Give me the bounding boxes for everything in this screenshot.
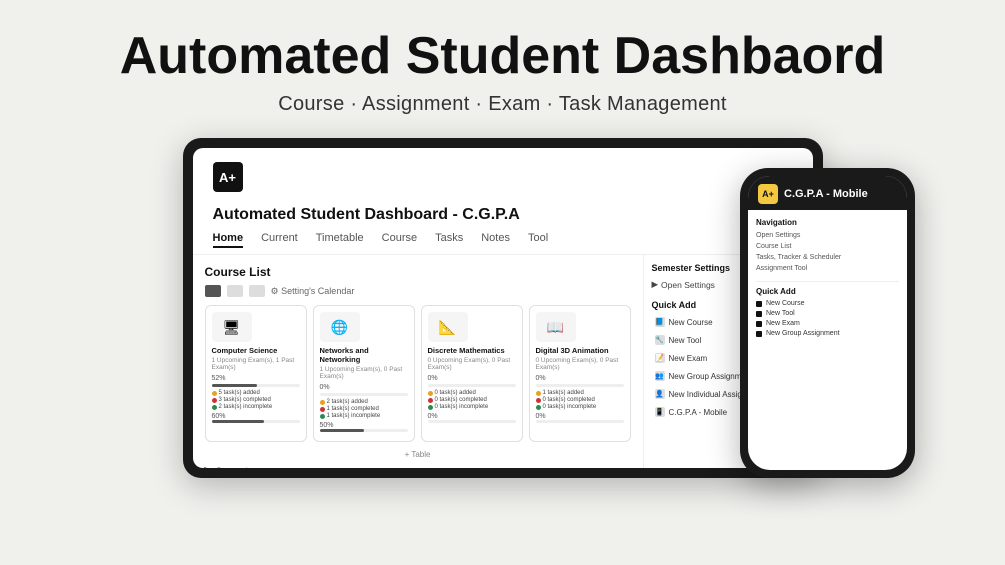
progress-bar-nn — [320, 393, 408, 396]
nav-tool[interactable]: Tool — [528, 232, 548, 248]
phone-new-course[interactable]: New Course — [756, 300, 899, 307]
course-name-cs: Computer Science — [212, 346, 300, 355]
bottom-progress-nn — [320, 429, 408, 432]
course-card-dm: 📐 Discrete Mathematics 0 Upcoming Exam(s… — [421, 305, 523, 442]
course-card-cs: 🖥 Computer Science 1 Upcoming Exam(s), 1… — [205, 305, 307, 442]
logo-text: A+ — [219, 170, 236, 185]
course-list-title: Course List — [205, 265, 631, 279]
task-item: 2 task(s) added — [320, 399, 408, 405]
task-item: 0 task(s) added — [428, 390, 516, 396]
grid-view-btn[interactable] — [205, 285, 221, 297]
nav-home[interactable]: Home — [213, 232, 244, 248]
course-name-dm: Discrete Mathematics — [428, 346, 516, 355]
task-item: 5 task(s) added — [212, 390, 300, 396]
course-icon-dm: 📐 — [428, 312, 468, 342]
phone-title: C.G.P.A - Mobile — [784, 188, 868, 200]
course-card-anim: 📖 Digital 3D Animation 0 Upcoming Exam(s… — [529, 305, 631, 442]
course-grid: 🖥 Computer Science 1 Upcoming Exam(s), 1… — [205, 305, 631, 442]
progress-bar-anim — [536, 384, 624, 387]
task-item: 1 task(s) added — [536, 390, 624, 396]
task-item: 0 task(s) completed — [428, 397, 516, 403]
phone-nav-section: Navigation Open Settings Course List Tas… — [756, 218, 899, 273]
bottom-progress-dm — [428, 420, 516, 423]
course-name-anim: Digital 3D Animation — [536, 346, 624, 355]
nav-course[interactable]: Course — [382, 232, 417, 248]
page-subtitle: Course · Assignment · Exam · Task Manage… — [278, 93, 727, 116]
course-meta-cs: 1 Upcoming Exam(s), 1 Past Exam(s) — [212, 357, 300, 371]
main-nav: Home Current Timetable Course Tasks Note… — [213, 232, 793, 248]
phone-nav-course-list[interactable]: Course List — [756, 242, 899, 251]
calendar-btn[interactable]: ⚙ Setting's Calendar — [271, 286, 355, 297]
phone-new-exam[interactable]: New Exam — [756, 320, 899, 327]
phone-nav-title: Navigation — [756, 218, 899, 227]
phone-body: Navigation Open Settings Course List Tas… — [748, 210, 907, 470]
course-card-nn: 🌐 Networks and Networking 1 Upcoming Exa… — [313, 305, 415, 442]
course-name-nn: Networks and Networking — [320, 346, 408, 364]
task-item: 1 task(s) completed — [320, 406, 408, 412]
devices-container: A+ Automated Student Dashboard - C.G.P.A… — [20, 138, 985, 478]
task-item: 2 task(s) incomplete — [212, 404, 300, 410]
progress-bar-dm — [428, 384, 516, 387]
course-icon-cs: 🖥 — [212, 312, 252, 342]
page-title: Automated Student Dashbaord — [120, 28, 886, 85]
bottom-progress-anim — [536, 420, 624, 423]
phone-screen: A+ C.G.P.A - Mobile Navigation Open Sett… — [748, 176, 907, 470]
task-list-anim: 1 task(s) added 0 task(s) completed 0 ta… — [536, 390, 624, 410]
phone-nav-assignment[interactable]: Assignment Tool — [756, 264, 899, 273]
task-list-cs: 5 task(s) added 3 task(s) completed 2 ta… — [212, 390, 300, 410]
phone-logo: A+ — [758, 184, 778, 204]
add-table-button[interactable]: + Table — [205, 450, 631, 459]
task-list-nn: 2 task(s) added 1 task(s) completed 1 ta… — [320, 399, 408, 419]
task-item: 0 task(s) incomplete — [428, 404, 516, 410]
board-view-btn[interactable] — [249, 285, 265, 297]
course-meta-dm: 0 Upcoming Exam(s), 0 Past Exam(s) — [428, 357, 516, 371]
main-content: Course List ⚙ Setting's Calendar 🖥 Compu… — [193, 255, 643, 468]
phone: A+ C.G.P.A - Mobile Navigation Open Sett… — [740, 168, 915, 478]
phone-quick-add-section: Quick Add New Course New Tool New Exam N… — [756, 287, 899, 337]
task-list-dm: 0 task(s) added 0 task(s) completed 0 ta… — [428, 390, 516, 410]
phone-new-tool[interactable]: New Tool — [756, 310, 899, 317]
phone-nav-tasks[interactable]: Tasks, Tracker & Scheduler — [756, 253, 899, 262]
tablet: A+ Automated Student Dashboard - C.G.P.A… — [183, 138, 823, 478]
phone-divider — [756, 281, 899, 282]
course-icon-anim: 📖 — [536, 312, 576, 342]
phone-logo-text: A+ — [762, 189, 774, 199]
course-icon-nn: 🌐 — [320, 312, 360, 342]
nav-current[interactable]: Current — [261, 232, 298, 248]
nav-timetable[interactable]: Timetable — [316, 232, 364, 248]
progress-bar-cs — [212, 384, 300, 387]
phone-new-group-assignment[interactable]: New Group Assignment — [756, 330, 899, 337]
app-logo: A+ — [213, 162, 243, 192]
notion-header: A+ Automated Student Dashboard - C.G.P.A… — [193, 148, 813, 255]
course-meta-anim: 0 Upcoming Exam(s), 0 Past Exam(s) — [536, 357, 624, 371]
phone-nav-open-settings[interactable]: Open Settings — [756, 231, 899, 240]
view-controls: ⚙ Setting's Calendar — [205, 285, 631, 297]
notion-body: Course List ⚙ Setting's Calendar 🖥 Compu… — [193, 255, 813, 468]
nav-tasks[interactable]: Tasks — [435, 232, 463, 248]
app-title: Automated Student Dashboard - C.G.P.A — [213, 206, 793, 224]
list-view-btn[interactable] — [227, 285, 243, 297]
bottom-progress-cs — [212, 420, 300, 423]
task-item: 1 task(s) incomplete — [320, 413, 408, 419]
task-item: 0 task(s) incomplete — [536, 404, 624, 410]
task-item: 0 task(s) completed — [536, 397, 624, 403]
course-meta-nn: 1 Upcoming Exam(s), 0 Past Exam(s) — [320, 366, 408, 380]
nav-notes[interactable]: Notes — [481, 232, 510, 248]
phone-quick-add-title: Quick Add — [756, 287, 899, 296]
current-label: Current — [215, 466, 248, 469]
phone-header: A+ C.G.P.A - Mobile — [748, 176, 907, 210]
current-header: ▶ Current — [205, 465, 631, 468]
tablet-screen: A+ Automated Student Dashboard - C.G.P.A… — [193, 148, 813, 468]
task-item: 3 task(s) completed — [212, 397, 300, 403]
current-section: ▶ Current ⇒ Week 7 🌐Networks and Network… — [205, 465, 631, 468]
